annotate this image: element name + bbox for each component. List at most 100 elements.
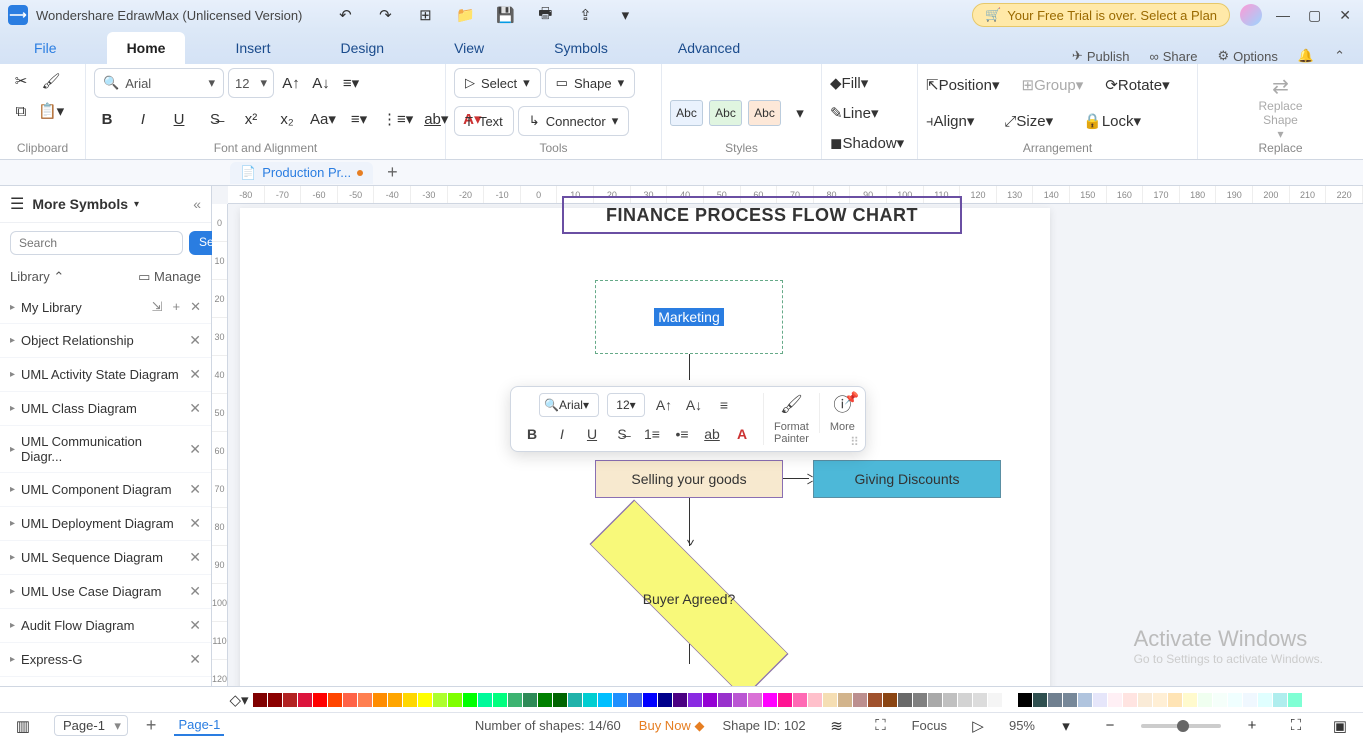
color-swatch[interactable] xyxy=(493,693,507,707)
tab-home[interactable]: Home xyxy=(107,32,186,64)
color-swatch[interactable] xyxy=(1183,693,1197,707)
grow-font-icon[interactable]: A↑ xyxy=(278,70,304,96)
list-item[interactable]: ▸UML Class Diagram✕ xyxy=(0,392,211,426)
mini-strike-icon[interactable]: S̶ xyxy=(611,423,633,445)
color-swatch[interactable] xyxy=(613,693,627,707)
close-icon[interactable]: ✕ xyxy=(189,549,201,566)
lock-button[interactable]: 🔒 Lock▾ xyxy=(1083,108,1141,134)
zoom-dropdown-icon[interactable]: ▾ xyxy=(1053,713,1079,739)
add-tab-button[interactable]: + xyxy=(379,162,406,183)
list-item[interactable]: ▸My Library⇲+✕ xyxy=(0,291,211,324)
document-tab[interactable]: 📄 Production Pr... xyxy=(230,162,373,184)
font-combo[interactable]: 🔍 Arial▾ xyxy=(94,68,224,98)
layers-icon[interactable]: ≋ xyxy=(824,713,850,739)
color-swatch[interactable] xyxy=(718,693,732,707)
format-painter-icon[interactable]: 🖌 xyxy=(780,393,802,415)
tab-symbols[interactable]: Symbols xyxy=(534,32,628,64)
subscript-icon[interactable]: x₂ xyxy=(274,106,300,132)
color-swatch[interactable] xyxy=(1153,693,1167,707)
mini-font-combo[interactable]: 🔍Arial ▾ xyxy=(539,393,599,417)
node-buyer[interactable]: Buyer Agreed? xyxy=(605,554,773,644)
mini-underline-icon[interactable]: U xyxy=(581,423,603,445)
color-swatch[interactable] xyxy=(838,693,852,707)
color-swatch[interactable] xyxy=(823,693,837,707)
color-swatch[interactable] xyxy=(343,693,357,707)
drag-handle-icon[interactable]: ⠿ xyxy=(850,435,859,449)
color-swatch[interactable] xyxy=(1093,693,1107,707)
color-swatch[interactable] xyxy=(358,693,372,707)
color-swatch[interactable] xyxy=(703,693,717,707)
canvas[interactable]: -80-70-60-50-40-30-20-100102030405060708… xyxy=(212,186,1363,686)
library-label[interactable]: Library ⌃ xyxy=(10,269,64,285)
bold-icon[interactable]: B xyxy=(94,106,120,132)
color-swatch[interactable] xyxy=(628,693,642,707)
color-swatch[interactable] xyxy=(928,693,942,707)
color-swatch[interactable] xyxy=(1033,693,1047,707)
connector[interactable] xyxy=(689,498,690,546)
node-discount[interactable]: Giving Discounts xyxy=(813,460,1001,498)
color-swatch[interactable] xyxy=(898,693,912,707)
color-swatch[interactable] xyxy=(1213,693,1227,707)
styles-more-icon[interactable]: ▾ xyxy=(787,100,813,126)
print-icon[interactable]: 🖶 xyxy=(532,2,558,28)
superscript-icon[interactable]: x² xyxy=(238,106,264,132)
page-tab-active[interactable]: Page-1 xyxy=(174,715,224,736)
publish-button[interactable]: ✈ Publish xyxy=(1072,48,1130,64)
color-dropper-icon[interactable]: ◇▾ xyxy=(226,687,252,713)
qat-more-icon[interactable]: ▾ xyxy=(612,2,638,28)
color-swatch[interactable] xyxy=(583,693,597,707)
tab-file[interactable]: File xyxy=(14,32,77,64)
chevron-down-icon[interactable]: ▾ xyxy=(134,199,139,210)
line-button[interactable]: ✎ Line ▾ xyxy=(830,100,878,126)
collapse-sidebar-icon[interactable]: « xyxy=(193,196,201,212)
color-swatch[interactable] xyxy=(733,693,747,707)
close-icon[interactable]: ✕ xyxy=(190,299,201,315)
buy-now-link[interactable]: Buy Now ◆ xyxy=(639,718,705,734)
connector-button[interactable]: ↳ Connector ▾ xyxy=(518,106,629,136)
list-item[interactable]: ▸UML Deployment Diagram✕ xyxy=(0,507,211,541)
list-item[interactable]: ▸UML Use Case Diagram✕ xyxy=(0,575,211,609)
rotate-button[interactable]: ⟳ Rotate▾ xyxy=(1105,72,1169,98)
align-dropdown-icon[interactable]: ≡▾ xyxy=(338,70,364,96)
node-marketing-label[interactable]: Marketing xyxy=(654,308,723,326)
search-input[interactable] xyxy=(10,231,183,255)
color-swatch[interactable] xyxy=(1168,693,1182,707)
color-swatch[interactable] xyxy=(283,693,297,707)
import-icon[interactable]: ⇲ xyxy=(152,299,163,315)
mini-shrink-font-icon[interactable]: A↓ xyxy=(683,394,705,416)
mini-bullets-icon[interactable]: •≡ xyxy=(671,423,693,445)
plus-icon[interactable]: + xyxy=(173,299,181,315)
color-swatch[interactable] xyxy=(313,693,327,707)
color-swatch[interactable] xyxy=(853,693,867,707)
close-icon[interactable]: ✕ xyxy=(189,400,201,417)
close-icon[interactable]: ✕ xyxy=(189,583,201,600)
mini-bold-icon[interactable]: B xyxy=(521,423,543,445)
zoom-in-icon[interactable]: + xyxy=(1239,713,1265,739)
color-swatch[interactable] xyxy=(268,693,282,707)
color-swatch[interactable] xyxy=(418,693,432,707)
notification-icon[interactable]: 🔔 xyxy=(1298,48,1314,64)
mini-grow-font-icon[interactable]: A↑ xyxy=(653,394,675,416)
color-swatch[interactable] xyxy=(763,693,777,707)
shape-button[interactable]: ▭ Shape ▾ xyxy=(545,68,635,98)
color-swatch[interactable] xyxy=(328,693,342,707)
list-item[interactable]: ▸UML Activity State Diagram✕ xyxy=(0,358,211,392)
more-symbols-label[interactable]: More Symbols xyxy=(32,196,128,212)
redo-icon[interactable]: ↷ xyxy=(372,2,398,28)
color-swatch[interactable] xyxy=(748,693,762,707)
color-swatch[interactable] xyxy=(373,693,387,707)
export-icon[interactable]: ⇪ xyxy=(572,2,598,28)
color-swatch[interactable] xyxy=(1228,693,1242,707)
line-spacing-icon[interactable]: ≡▾ xyxy=(346,106,372,132)
color-swatch[interactable] xyxy=(1063,693,1077,707)
color-swatch[interactable] xyxy=(1078,693,1092,707)
select-button[interactable]: ▷ Select ▾ xyxy=(454,68,541,98)
list-item[interactable]: ▸Object Relationship✕ xyxy=(0,324,211,358)
list-item[interactable]: ▸Express-G✕ xyxy=(0,643,211,677)
trial-banner[interactable]: 🛒 Your Free Trial is over. Select a Plan xyxy=(972,3,1230,27)
mini-size-combo[interactable]: 12 ▾ xyxy=(607,393,645,417)
new-icon[interactable]: ⊞ xyxy=(412,2,438,28)
color-swatch[interactable] xyxy=(598,693,612,707)
color-swatch[interactable] xyxy=(478,693,492,707)
close-icon[interactable]: ✕ xyxy=(189,515,201,532)
